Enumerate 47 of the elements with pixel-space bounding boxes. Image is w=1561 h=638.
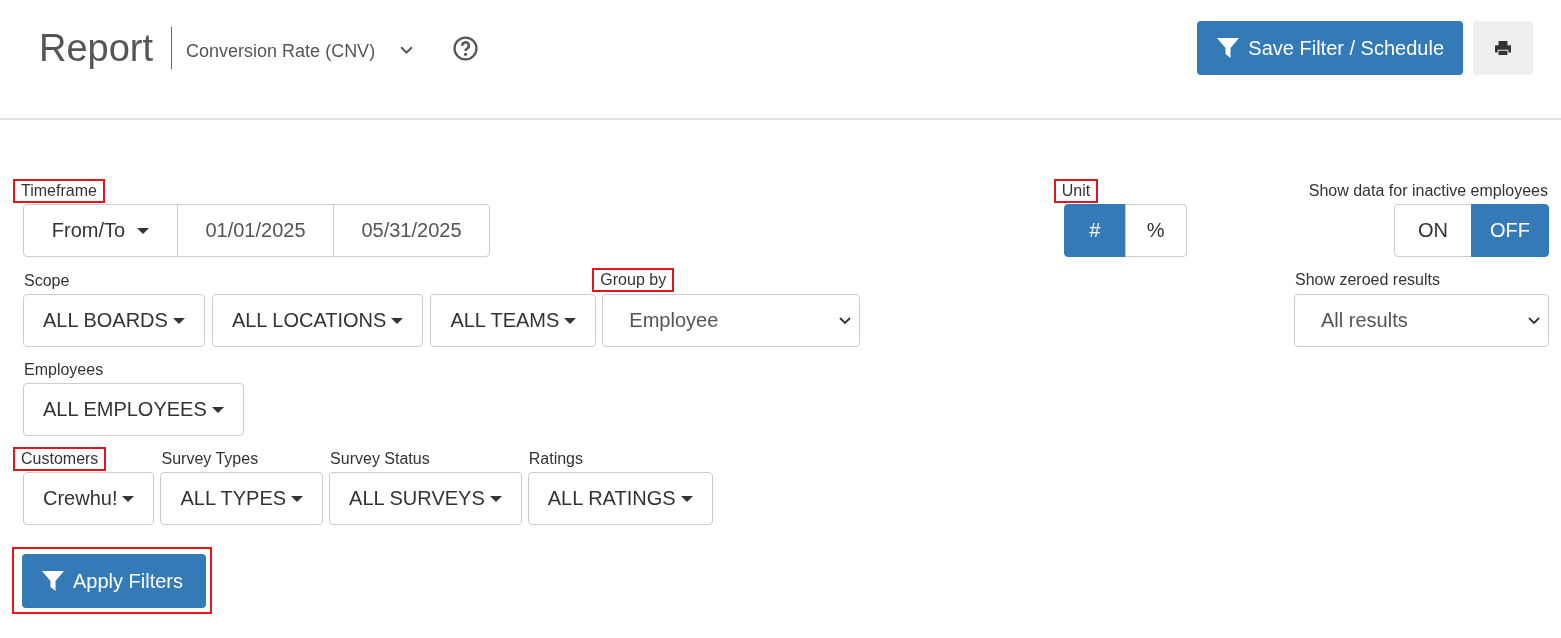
caret-icon — [172, 317, 185, 324]
print-button[interactable] — [1473, 21, 1533, 75]
scope-dropdown[interactable]: ALL TEAMS — [430, 294, 597, 347]
timeframe-dropdown[interactable]: From/To — [23, 204, 178, 257]
caret-icon — [291, 495, 304, 502]
field-label: Survey Status — [329, 449, 431, 469]
field-label: Timeframe — [14, 180, 104, 202]
field-label: Customers — [14, 448, 106, 470]
unit-toggle[interactable]: % — [1124, 204, 1187, 257]
caret-icon — [564, 317, 577, 324]
unit-toggle[interactable]: # — [1063, 204, 1126, 257]
filter-dropdown[interactable]: ALL TYPES — [160, 472, 324, 525]
save-filter-button[interactable]: Save Filter / Schedule — [1197, 21, 1463, 75]
help-icon[interactable] — [453, 35, 479, 61]
zeroed-results-select[interactable]: All results — [1294, 294, 1549, 347]
field-label: Survey Types — [160, 449, 260, 469]
page-title: Report — [39, 26, 154, 70]
scope-dropdown[interactable]: ALL LOCATIONS — [211, 294, 424, 347]
chevron-down-icon — [1528, 316, 1540, 325]
filter-dropdown[interactable]: ALL RATINGS — [527, 472, 713, 525]
filter-dropdown[interactable]: Crewhu! — [23, 472, 155, 525]
chevron-down-icon — [839, 316, 852, 325]
caret-icon — [122, 495, 135, 502]
caret-icon — [680, 495, 693, 502]
field-label: Show zeroed results — [1294, 270, 1441, 290]
group-by-select[interactable]: Employee — [602, 294, 861, 347]
employees-dropdown[interactable]: ALL EMPLOYEES — [23, 383, 244, 436]
field-label: Show data for inactive employees — [1307, 181, 1549, 201]
field-label: Unit — [1054, 180, 1098, 202]
scope-dropdown[interactable]: ALL BOARDS — [23, 294, 205, 347]
caret-icon — [137, 227, 150, 234]
filter-dropdown[interactable]: ALL SURVEYS — [329, 472, 522, 525]
caret-icon — [211, 406, 224, 413]
field-label: Employees — [23, 360, 105, 380]
field-label: Scope — [23, 271, 71, 291]
chevron-down-icon[interactable] — [400, 45, 414, 55]
printer-icon — [1494, 40, 1512, 56]
filter-icon — [1216, 36, 1241, 60]
field-label: Group by — [593, 269, 674, 291]
report-select[interactable]: Conversion Rate (CNV) — [186, 40, 376, 62]
date-field[interactable]: 01/01/2025 — [177, 204, 334, 257]
apply-filters-button[interactable]: Apply Filters — [22, 554, 207, 608]
caret-icon — [391, 317, 404, 324]
date-field[interactable]: 05/31/2025 — [333, 204, 490, 257]
filter-icon — [41, 569, 65, 593]
caret-icon — [489, 495, 502, 502]
field-label: Ratings — [527, 449, 584, 469]
